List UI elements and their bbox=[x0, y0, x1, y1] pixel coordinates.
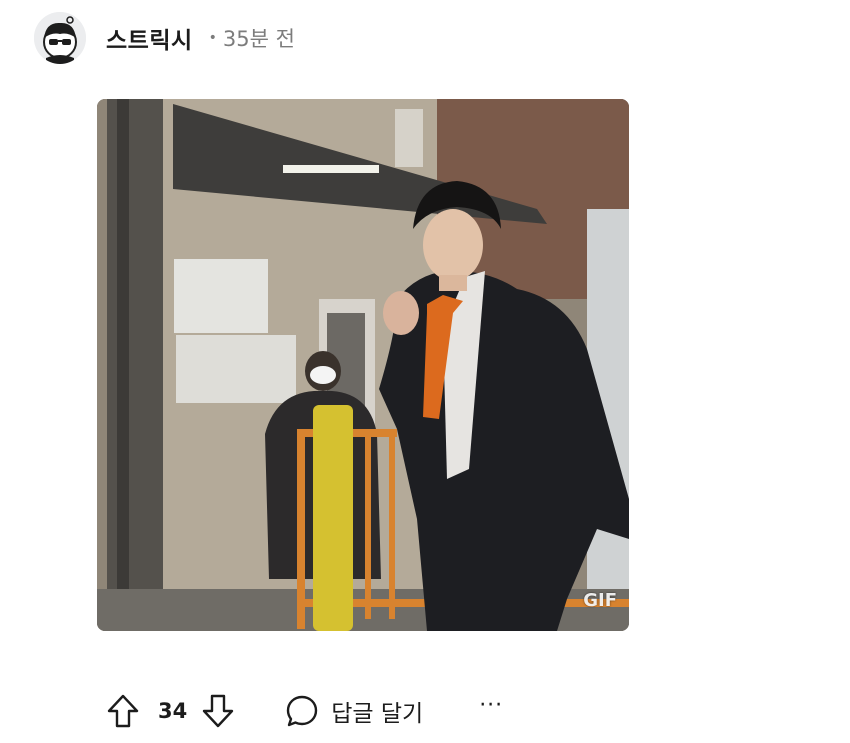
arrow-up-icon bbox=[107, 694, 139, 728]
username[interactable]: 스트릭시 bbox=[106, 21, 193, 55]
downvote-button[interactable] bbox=[199, 692, 237, 730]
gif-badge: GIF bbox=[583, 590, 617, 611]
upvote-button[interactable] bbox=[104, 692, 142, 730]
arrow-down-icon bbox=[203, 694, 234, 728]
meta-separator: • bbox=[208, 30, 217, 46]
gif-frame-illustration bbox=[97, 99, 629, 631]
reply-button[interactable]: 답글 달기 bbox=[285, 694, 423, 728]
comment-header: 스트릭시 • 35분 전 bbox=[34, 12, 295, 64]
avatar-image bbox=[34, 12, 86, 64]
comment-action-bar: 34 답글 달기 ··· bbox=[104, 688, 503, 734]
comment-gif[interactable]: GIF bbox=[97, 99, 629, 631]
speech-bubble-icon bbox=[287, 695, 318, 727]
reply-label: 답글 달기 bbox=[331, 701, 424, 727]
more-options-button[interactable]: ··· bbox=[479, 695, 503, 727]
timestamp[interactable]: 35분 전 bbox=[223, 23, 295, 53]
avatar[interactable] bbox=[34, 12, 86, 64]
vote-count: 34 bbox=[158, 699, 188, 723]
